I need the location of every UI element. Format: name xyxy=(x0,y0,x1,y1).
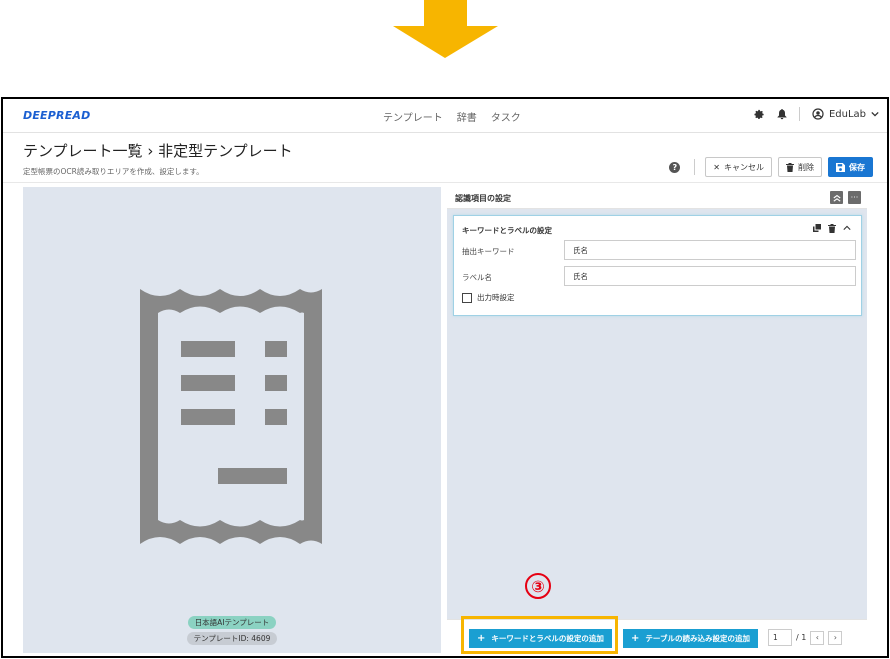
output-setting-label: 出力時設定 xyxy=(477,293,515,302)
delete-label: 削除 xyxy=(798,162,814,172)
card-title: キーワードとラベルの設定 xyxy=(462,226,552,235)
cancel-button[interactable]: ✕ キャンセル xyxy=(705,157,772,177)
copy-icon[interactable] xyxy=(813,224,821,232)
add-keyword-label-button[interactable]: + キーワードとラベルの設定の追加 xyxy=(469,629,612,648)
add-table-label: テーブルの読み込み設定の追加 xyxy=(645,634,750,643)
down-arrow-icon xyxy=(393,0,498,58)
user-menu[interactable]: EduLab xyxy=(812,108,879,120)
language-badge: 日本語AIテンプレート xyxy=(187,616,277,629)
save-button[interactable]: 保存 xyxy=(828,157,873,177)
pagination: 1 / 1 ‹ › xyxy=(768,629,843,646)
recognition-settings-panel: 認識項目の設定 ··· キーワードとラベルの設定 抽出キーワード 氏名 ラベル名… xyxy=(447,187,867,653)
page-total: / 1 xyxy=(796,633,807,642)
save-label: 保存 xyxy=(849,162,865,172)
top-navigation: DEEPREAD テンプレート 辞書 タスク EduLab xyxy=(3,99,887,133)
collapse-icon[interactable] xyxy=(830,191,843,204)
add-keyword-label: キーワードとラベルの設定の追加 xyxy=(491,634,604,643)
trash-icon[interactable] xyxy=(828,224,836,233)
close-icon: ✕ xyxy=(713,162,720,172)
page-header: テンプレート一覧 › 非定型テンプレート 定型帳票のOCR読み取りエリアを作成、… xyxy=(3,133,887,183)
receipt-icon xyxy=(140,289,322,544)
user-name: EduLab xyxy=(828,108,866,120)
chevron-right-icon[interactable]: › xyxy=(828,630,843,645)
main-nav: テンプレート 辞書 タスク xyxy=(383,109,521,124)
trash-icon xyxy=(786,162,794,172)
keyword-label-card: キーワードとラベルの設定 抽出キーワード 氏名 ラベル名 氏名 出力時設定 xyxy=(453,215,862,316)
gear-icon[interactable] xyxy=(754,109,765,120)
user-circle-icon xyxy=(812,108,824,120)
settings-footer: + キーワードとラベルの設定の追加 + テーブルの読み込み設定の追加 1 / 1… xyxy=(447,619,867,653)
nav-item-dictionary[interactable]: 辞書 xyxy=(457,109,477,124)
chevron-up-icon[interactable] xyxy=(843,224,851,232)
page-subtitle: 定型帳票のOCR読み取りエリアを作成、設定します。 xyxy=(23,167,204,176)
chevron-left-icon[interactable]: ‹ xyxy=(810,630,825,645)
output-setting-checkbox[interactable]: 出力時設定 xyxy=(462,292,515,303)
nav-item-tasks[interactable]: タスク xyxy=(491,109,521,124)
step-marker: ③ xyxy=(525,573,551,599)
more-icon[interactable]: ··· xyxy=(848,191,861,204)
nav-item-templates[interactable]: テンプレート xyxy=(383,109,443,124)
cancel-label: キャンセル xyxy=(724,162,764,172)
document-preview-panel: 日本語AIテンプレート テンプレートID: 4609 xyxy=(23,187,441,653)
label-name-input[interactable]: 氏名 xyxy=(564,266,856,286)
keyword-field-label: 抽出キーワード xyxy=(462,247,515,256)
page-input[interactable]: 1 xyxy=(768,629,792,646)
divider xyxy=(798,107,800,121)
label-name-field-label: ラベル名 xyxy=(462,273,492,282)
keyword-input[interactable]: 氏名 xyxy=(564,240,856,260)
delete-button[interactable]: 削除 xyxy=(778,157,822,177)
bell-icon[interactable] xyxy=(777,108,787,120)
checkbox-box[interactable] xyxy=(462,292,472,303)
top-right-controls: EduLab xyxy=(754,107,879,121)
template-badges: 日本語AIテンプレート テンプレートID: 4609 xyxy=(23,616,441,645)
settings-header: 認識項目の設定 ··· xyxy=(447,187,867,209)
brand-logo[interactable]: DEEPREAD xyxy=(23,109,90,122)
add-table-setting-button[interactable]: + テーブルの読み込み設定の追加 xyxy=(623,629,758,648)
divider xyxy=(694,159,696,175)
card-actions xyxy=(813,224,851,233)
settings-title: 認識項目の設定 xyxy=(455,194,511,203)
help-icon[interactable]: ? xyxy=(669,161,681,173)
app-window: DEEPREAD テンプレート 辞書 タスク EduLab テンプレート一覧 ›… xyxy=(1,97,889,658)
plus-icon: + xyxy=(477,633,486,644)
plus-icon: + xyxy=(631,633,640,644)
save-icon xyxy=(836,162,845,172)
page-title: テンプレート一覧 › 非定型テンプレート xyxy=(23,142,293,160)
header-actions: ? ✕ キャンセル 削除 保存 xyxy=(669,157,873,177)
chevron-down-icon xyxy=(871,111,879,117)
template-id-badge: テンプレートID: 4609 xyxy=(186,632,278,645)
